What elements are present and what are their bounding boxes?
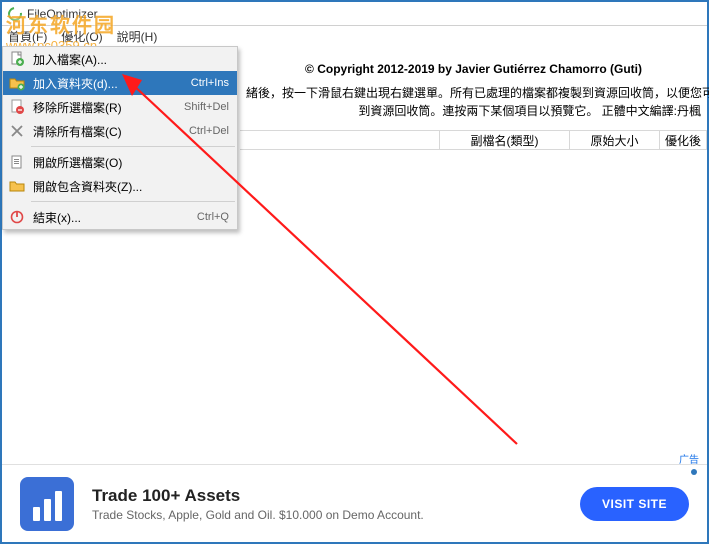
th-extension[interactable]: 副檔名(類型) xyxy=(440,131,570,149)
clear-icon xyxy=(7,121,27,141)
hint-line-1: 緒後，按一下滑鼠右鍵出現右鍵選單。所有已處理的檔案都複製到資源回收筒，以便您可以… xyxy=(246,84,701,102)
menu-optimize[interactable]: 優化(O) xyxy=(61,28,102,45)
file-add-icon xyxy=(7,49,27,69)
file-menu-dropdown: 加入檔案(A)... 加入資料夾(d)... Ctrl+Ins 移除所選檔案(R… xyxy=(2,46,238,230)
menu-open-folder[interactable]: 開啟包含資料夾(Z)... xyxy=(3,174,237,198)
ad-visit-button[interactable]: VISIT SITE xyxy=(580,487,689,521)
menu-separator-1 xyxy=(31,146,235,147)
th-original-size[interactable]: 原始大小 xyxy=(570,131,660,149)
menu-open-folder-label: 開啟包含資料夾(Z)... xyxy=(27,178,221,195)
app-icon xyxy=(5,4,24,23)
menu-add-folder-label: 加入資料夾(d)... xyxy=(27,75,183,92)
menu-add-folder-shortcut: Ctrl+Ins xyxy=(183,77,229,89)
folder-add-icon xyxy=(7,73,27,93)
menu-clear-all[interactable]: 清除所有檔案(C) Ctrl+Del xyxy=(3,119,237,143)
menu-exit-label: 結束(x)... xyxy=(27,209,189,226)
menu-exit[interactable]: 結束(x)... Ctrl+Q xyxy=(3,205,237,229)
ad-banner: 广告 Trade 100+ Assets Trade Stocks, Apple… xyxy=(2,464,707,542)
ad-chart-icon xyxy=(20,477,74,531)
menu-remove-selected-label: 移除所選檔案(R) xyxy=(27,99,176,116)
ad-text: Trade 100+ Assets Trade Stocks, Apple, G… xyxy=(92,486,580,522)
menu-open-file-label: 開啟所選檔案(O) xyxy=(27,154,221,171)
menu-open-file[interactable]: 開啟所選檔案(O) xyxy=(3,150,237,174)
menu-clear-all-shortcut: Ctrl+Del xyxy=(181,125,229,137)
file-remove-icon xyxy=(7,97,27,117)
menu-add-folder[interactable]: 加入資料夾(d)... Ctrl+Ins xyxy=(3,71,237,95)
th-filename[interactable] xyxy=(240,131,440,149)
ad-description: Trade Stocks, Apple, Gold and Oil. $10.0… xyxy=(92,508,580,522)
menu-add-file[interactable]: 加入檔案(A)... xyxy=(3,47,237,71)
menu-clear-all-label: 清除所有檔案(C) xyxy=(27,123,181,140)
hint-line-2: 到資源回收筒。連按兩下某個項目以預覽它。 正體中文編譯:丹楓 xyxy=(246,102,701,120)
table-header-row: 副檔名(類型) 原始大小 優化後 xyxy=(240,130,707,150)
menu-file[interactable]: 首頁(F) xyxy=(8,28,47,45)
power-icon xyxy=(7,207,27,227)
menu-help[interactable]: 說明(H) xyxy=(117,28,158,45)
copyright-text: © Copyright 2012-2019 by Javier Gutiérre… xyxy=(240,48,707,84)
titlebar: FileOptimizer xyxy=(2,2,707,26)
menu-remove-selected[interactable]: 移除所選檔案(R) Shift+Del xyxy=(3,95,237,119)
th-optimized[interactable]: 優化後 xyxy=(660,131,707,149)
menu-add-file-label: 加入檔案(A)... xyxy=(27,51,221,68)
app-title: FileOptimizer xyxy=(27,7,98,21)
ad-title[interactable]: Trade 100+ Assets xyxy=(92,486,580,506)
menubar: 首頁(F) 優化(O) 說明(H) xyxy=(2,26,707,46)
ad-label: 广告 xyxy=(679,451,699,466)
open-file-icon xyxy=(7,152,27,172)
menu-remove-selected-shortcut: Shift+Del xyxy=(176,101,229,113)
open-folder-icon xyxy=(7,176,27,196)
menu-separator-2 xyxy=(31,201,235,202)
ad-dot-icon xyxy=(691,469,697,475)
main-content: © Copyright 2012-2019 by Javier Gutiérre… xyxy=(240,48,707,120)
menu-exit-shortcut: Ctrl+Q xyxy=(189,211,229,223)
